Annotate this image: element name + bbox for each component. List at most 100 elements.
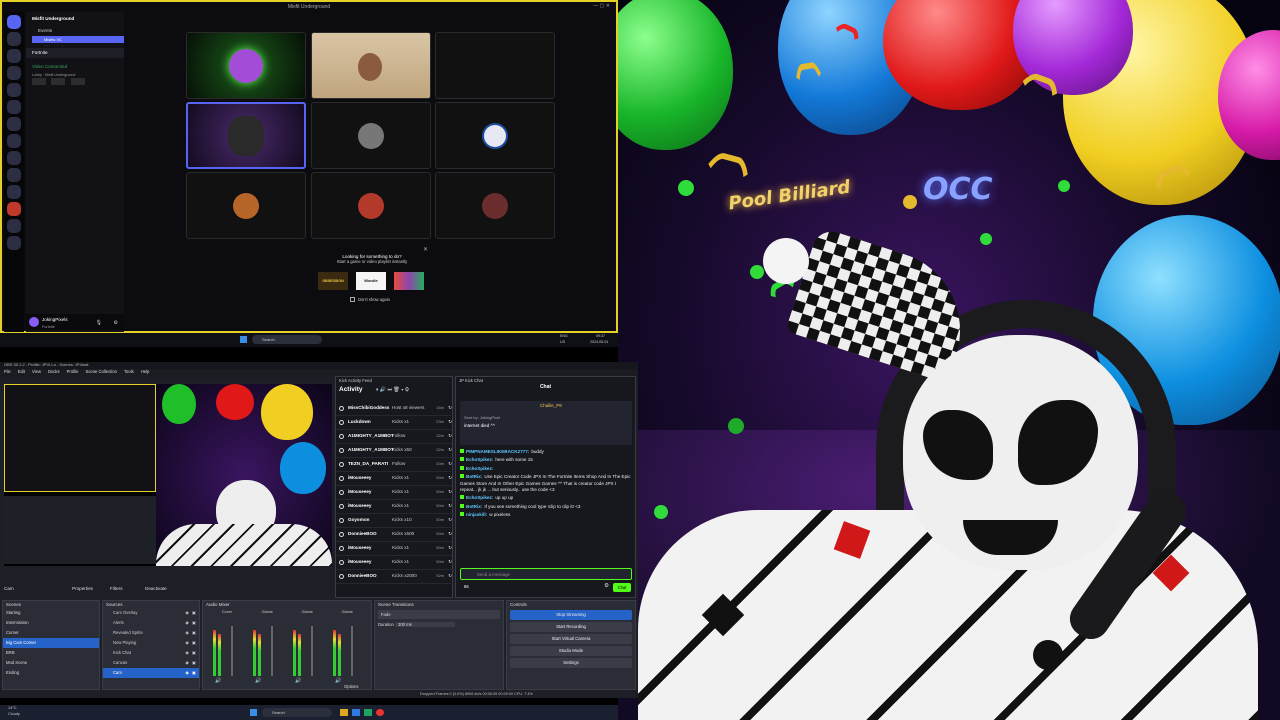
scene-item[interactable]: Ending — [3, 668, 99, 678]
start-icon[interactable] — [250, 709, 257, 716]
mic-icon[interactable]: 🎙 — [96, 318, 102, 328]
tab-deactivate[interactable]: Deactivate — [145, 586, 167, 591]
menu-item[interactable]: Tools — [124, 369, 134, 374]
server-icon[interactable] — [7, 185, 21, 199]
replay-icon[interactable]: ↻ — [448, 461, 452, 467]
replay-icon[interactable]: ↻ — [448, 489, 452, 495]
replay-icon[interactable]: ↻ — [448, 503, 452, 509]
menu-item[interactable]: Help — [141, 369, 150, 374]
scene-item[interactable]: Big Cam Corner — [3, 638, 99, 648]
activity-item[interactable]: iMouseeey Kicks x1 50m ↻ — [336, 486, 454, 500]
menu-item[interactable]: Profile — [67, 369, 79, 374]
replay-icon[interactable]: ↻ — [448, 447, 452, 453]
video-tile[interactable] — [311, 102, 431, 169]
activity-item[interactable]: Luckdown Kicks x1 23m ↻ — [336, 416, 454, 430]
video-tile-active[interactable] — [186, 102, 306, 169]
volume-slider[interactable] — [271, 626, 273, 676]
server-icon[interactable] — [7, 15, 21, 29]
taskbar-search[interactable]: Search — [262, 708, 332, 717]
menu-item[interactable]: Docks — [48, 369, 60, 374]
server-icon[interactable] — [7, 151, 21, 165]
eye-icon[interactable]: ◉ — [185, 668, 189, 678]
taskbar-app-icon[interactable] — [364, 709, 372, 716]
menu-item[interactable]: Edit — [18, 369, 25, 374]
tab-filters[interactable]: Filters — [110, 586, 123, 591]
taskbar-app-icon[interactable] — [376, 709, 384, 716]
tab-properties[interactable]: Properties — [72, 586, 93, 591]
scene-item[interactable]: Intermission — [3, 618, 99, 628]
source-item[interactable]: Kick Chat ◉ ▣ — [103, 648, 199, 658]
lock-icon[interactable]: ▣ — [192, 668, 196, 678]
lock-icon[interactable]: ▣ — [192, 618, 196, 628]
scene-item[interactable]: Starting — [3, 608, 99, 618]
activity-button[interactable] — [70, 78, 85, 85]
activity-item[interactable]: DonnieeBOO Kicks x2000 52m ↻ — [336, 570, 454, 584]
server-icon[interactable] — [7, 219, 21, 233]
source-item[interactable]: Now Playing ◉ ▣ — [103, 638, 199, 648]
chat-user[interactable]: PIMPNAMESLIKEBACK2777: — [466, 449, 529, 454]
video-tile[interactable] — [435, 172, 555, 239]
activity-item[interactable]: MissChibiGoddess Host x8 viewers 16m ↻ — [336, 402, 454, 416]
source-item[interactable]: Alerts ◉ ▣ — [103, 618, 199, 628]
source-item[interactable]: Revealed Sprite ◉ ▣ — [103, 628, 199, 638]
activity-item[interactable]: A1MIGHTY_A1MBOT Follow 32m ↻ — [336, 430, 454, 444]
close-icon[interactable]: ✕ — [423, 246, 428, 253]
voice-user[interactable]: Misfits VC — [32, 36, 124, 43]
server-icon[interactable] — [7, 100, 21, 114]
eye-icon[interactable]: ◉ — [185, 648, 189, 658]
eye-icon[interactable]: ◉ — [185, 618, 189, 628]
menu-item[interactable]: View — [32, 369, 41, 374]
share-screen-button[interactable] — [51, 78, 66, 85]
video-tile[interactable] — [186, 172, 306, 239]
scene-item[interactable]: BRB — [3, 648, 99, 658]
volume-slider[interactable] — [231, 626, 233, 676]
mute-icon[interactable]: 🔊 — [295, 678, 301, 684]
duration-input[interactable]: 300 ms — [395, 622, 455, 627]
replay-icon[interactable]: ↻ — [448, 531, 452, 537]
transition-select[interactable]: Fade — [378, 610, 500, 619]
activity-item[interactable]: DonnieeBOO Kicks x500 50m ↻ — [336, 528, 454, 542]
server-name[interactable]: Misfit Underground — [26, 12, 124, 26]
replay-icon[interactable]: ↻ — [448, 517, 452, 523]
source-item[interactable]: Cam ◉ ▣ — [103, 668, 199, 678]
video-tile[interactable] — [186, 32, 306, 99]
chat-user[interactable]: BotRix: — [466, 504, 482, 509]
activity-item[interactable]: TEZN_DA_PARATI Follow 33m ↻ — [336, 458, 454, 472]
menu-item[interactable]: File — [4, 369, 11, 374]
server-icon[interactable] — [7, 134, 21, 148]
lock-icon[interactable]: ▣ — [192, 648, 196, 658]
eye-icon[interactable]: ◉ — [185, 658, 189, 668]
server-icon[interactable] — [7, 117, 21, 131]
chat-user[interactable]: BotRix: — [466, 474, 482, 479]
lock-icon[interactable]: ▣ — [192, 628, 196, 638]
server-icon[interactable] — [7, 32, 21, 46]
menu-item[interactable]: Scene Collection — [86, 369, 117, 374]
server-icon[interactable] — [7, 83, 21, 97]
server-icon[interactable] — [7, 236, 21, 250]
gear-icon[interactable]: ⚙ — [114, 318, 118, 328]
chat-input[interactable]: Send a message — [460, 568, 632, 580]
video-tile[interactable] — [435, 32, 555, 99]
replay-icon[interactable]: ↻ — [448, 419, 452, 425]
camera-button[interactable] — [32, 78, 46, 85]
user-panel[interactable]: JokingPixels Fortnite 🎙 ⚙ — [26, 314, 124, 330]
gear-icon[interactable]: ⚙ — [604, 583, 609, 589]
source-item[interactable]: Cam Overlay ◉ ▣ — [103, 608, 199, 618]
channel-item[interactable]: Events — [32, 26, 124, 36]
scene-item[interactable]: Mod Scene — [3, 658, 99, 668]
replay-icon[interactable]: ↻ — [448, 405, 452, 411]
activity-item[interactable]: Goyomon Kicks x10 50m ↻ — [336, 514, 454, 528]
control-button[interactable]: Start Virtual Camera — [510, 634, 632, 644]
eye-icon[interactable]: ◉ — [185, 638, 189, 648]
game-card-1[interactable]: OBSESSION — [318, 272, 348, 290]
video-tile[interactable] — [311, 32, 431, 99]
volume-slider[interactable] — [351, 626, 353, 676]
activity-item[interactable]: iMouseeey Kicks x1 50m ↻ — [336, 500, 454, 514]
search-input[interactable]: Search — [252, 335, 322, 344]
chat-user[interactable]: EchoSpikez: — [466, 495, 493, 500]
control-button[interactable]: Start Recording — [510, 622, 632, 632]
scene-item[interactable]: Corner — [3, 628, 99, 638]
game-activity[interactable]: Fortnite — [26, 48, 124, 58]
activity-item[interactable]: iMouseeey Kicks x1 50m ↻ — [336, 542, 454, 556]
server-icon[interactable] — [7, 66, 21, 80]
